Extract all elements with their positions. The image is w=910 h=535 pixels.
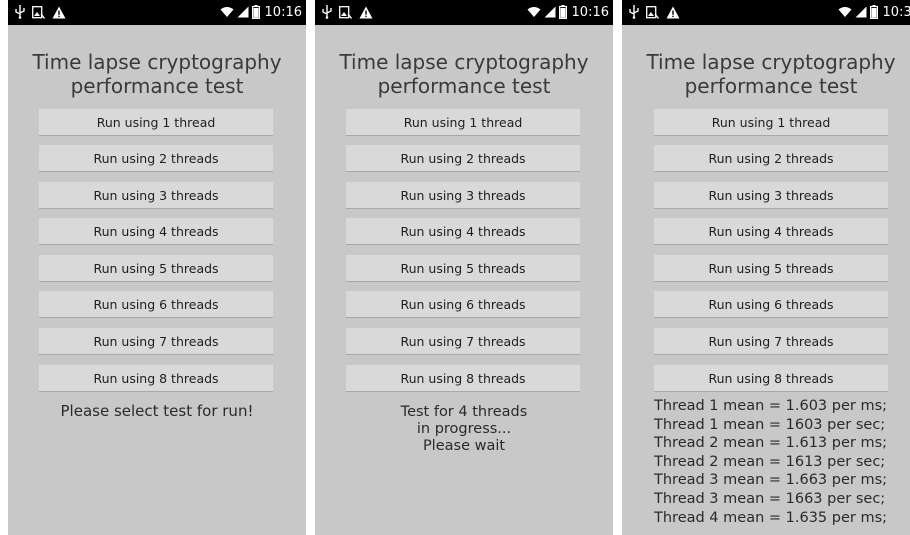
run-2-threads-button[interactable]: Run using 2 threads bbox=[654, 145, 888, 172]
warning-icon bbox=[666, 6, 680, 19]
run-5-threads-button[interactable]: Run using 5 threads bbox=[39, 255, 273, 282]
results-list: Thread 1 mean = 1.603 per ms; Thread 1 m… bbox=[654, 397, 910, 527]
run-4-threads-button[interactable]: Run using 4 threads bbox=[346, 218, 580, 245]
run-6-threads-button[interactable]: Run using 6 threads bbox=[654, 291, 888, 318]
run-7-threads-button[interactable]: Run using 7 threads bbox=[346, 328, 580, 355]
title-line-1: Time lapse cryptography bbox=[32, 50, 282, 74]
clock: 10:16 bbox=[264, 4, 302, 20]
result-line: Thread 3 mean = 1.663 per ms; bbox=[654, 472, 888, 489]
status-line: in progress... bbox=[416, 421, 512, 437]
run-3-threads-button[interactable]: Run using 3 threads bbox=[346, 182, 580, 209]
wifi-icon bbox=[838, 6, 852, 18]
status-bar: 10:35 bbox=[622, 0, 910, 25]
battery-icon bbox=[869, 5, 878, 19]
usb-icon bbox=[15, 5, 25, 19]
signal-icon bbox=[544, 6, 556, 18]
run-2-threads-button[interactable]: Run using 2 threads bbox=[346, 145, 580, 172]
result-line: Thread 4 mean = 1.635 per ms; bbox=[654, 509, 888, 526]
warning-icon bbox=[359, 6, 373, 19]
run-1-thread-button[interactable]: Run using 1 thread bbox=[654, 109, 888, 136]
run-4-threads-button[interactable]: Run using 4 threads bbox=[654, 218, 888, 245]
title-line-2: performance test bbox=[377, 74, 551, 98]
status-line: Test for 4 threads bbox=[400, 404, 528, 420]
run-1-thread-button[interactable]: Run using 1 thread bbox=[39, 109, 273, 136]
run-4-threads-button[interactable]: Run using 4 threads bbox=[39, 218, 273, 245]
signal-icon bbox=[237, 6, 249, 18]
page-title: Time lapse cryptography performance test bbox=[8, 50, 306, 98]
image-icon bbox=[646, 5, 659, 19]
title-line-2: performance test bbox=[70, 74, 244, 98]
run-8-threads-button[interactable]: Run using 8 threads bbox=[39, 365, 273, 392]
status-line: Please wait bbox=[422, 438, 506, 454]
wifi-icon bbox=[527, 6, 541, 18]
clock: 10:16 bbox=[571, 4, 609, 20]
clock: 10:35 bbox=[882, 4, 910, 20]
run-6-threads-button[interactable]: Run using 6 threads bbox=[39, 291, 273, 318]
page-title: Time lapse cryptography performance test bbox=[627, 50, 910, 98]
signal-icon bbox=[855, 6, 867, 18]
usb-icon bbox=[629, 5, 639, 19]
phone-screen-2: 10:16 Time lapse cryptography performanc… bbox=[315, 0, 613, 535]
page-title: Time lapse cryptography performance test bbox=[315, 50, 613, 98]
battery-icon bbox=[251, 5, 260, 19]
status-text: Test for 4 threads in progress... Please… bbox=[315, 404, 613, 455]
run-6-threads-button[interactable]: Run using 6 threads bbox=[346, 291, 580, 318]
status-bar: 10:16 bbox=[315, 0, 613, 25]
result-line: Thread 2 mean = 1.613 per ms; bbox=[654, 435, 888, 452]
run-2-threads-button[interactable]: Run using 2 threads bbox=[39, 145, 273, 172]
run-7-threads-button[interactable]: Run using 7 threads bbox=[39, 328, 273, 355]
image-icon bbox=[339, 5, 352, 19]
status-bar: 10:16 bbox=[8, 0, 306, 25]
result-line: Thread 3 mean = 1663 per sec; bbox=[654, 490, 886, 507]
run-3-threads-button[interactable]: Run using 3 threads bbox=[39, 182, 273, 209]
phone-screen-1: 10:16 Time lapse cryptography performanc… bbox=[8, 0, 306, 535]
run-1-thread-button[interactable]: Run using 1 thread bbox=[346, 109, 580, 136]
run-8-threads-button[interactable]: Run using 8 threads bbox=[654, 365, 888, 392]
result-line: Thread 1 mean = 1603 per sec; bbox=[654, 416, 886, 433]
warning-icon bbox=[52, 6, 66, 19]
title-line-1: Time lapse cryptography bbox=[646, 50, 896, 74]
result-line: Thread 1 mean = 1.603 per ms; bbox=[654, 398, 888, 414]
run-5-threads-button[interactable]: Run using 5 threads bbox=[346, 255, 580, 282]
status-text: Please select test for run! bbox=[60, 402, 254, 420]
result-line: Thread 2 mean = 1613 per sec; bbox=[654, 453, 886, 470]
title-line-2: performance test bbox=[684, 74, 858, 98]
run-8-threads-button[interactable]: Run using 8 threads bbox=[346, 365, 580, 392]
wifi-icon bbox=[220, 6, 234, 18]
title-line-1: Time lapse cryptography bbox=[339, 50, 589, 74]
image-icon bbox=[32, 5, 45, 19]
battery-icon bbox=[558, 5, 567, 19]
usb-icon bbox=[322, 5, 332, 19]
phone-screen-3: 10:35 Time lapse cryptography performanc… bbox=[622, 0, 910, 535]
run-3-threads-button[interactable]: Run using 3 threads bbox=[654, 182, 888, 209]
run-7-threads-button[interactable]: Run using 7 threads bbox=[654, 328, 888, 355]
run-5-threads-button[interactable]: Run using 5 threads bbox=[654, 255, 888, 282]
